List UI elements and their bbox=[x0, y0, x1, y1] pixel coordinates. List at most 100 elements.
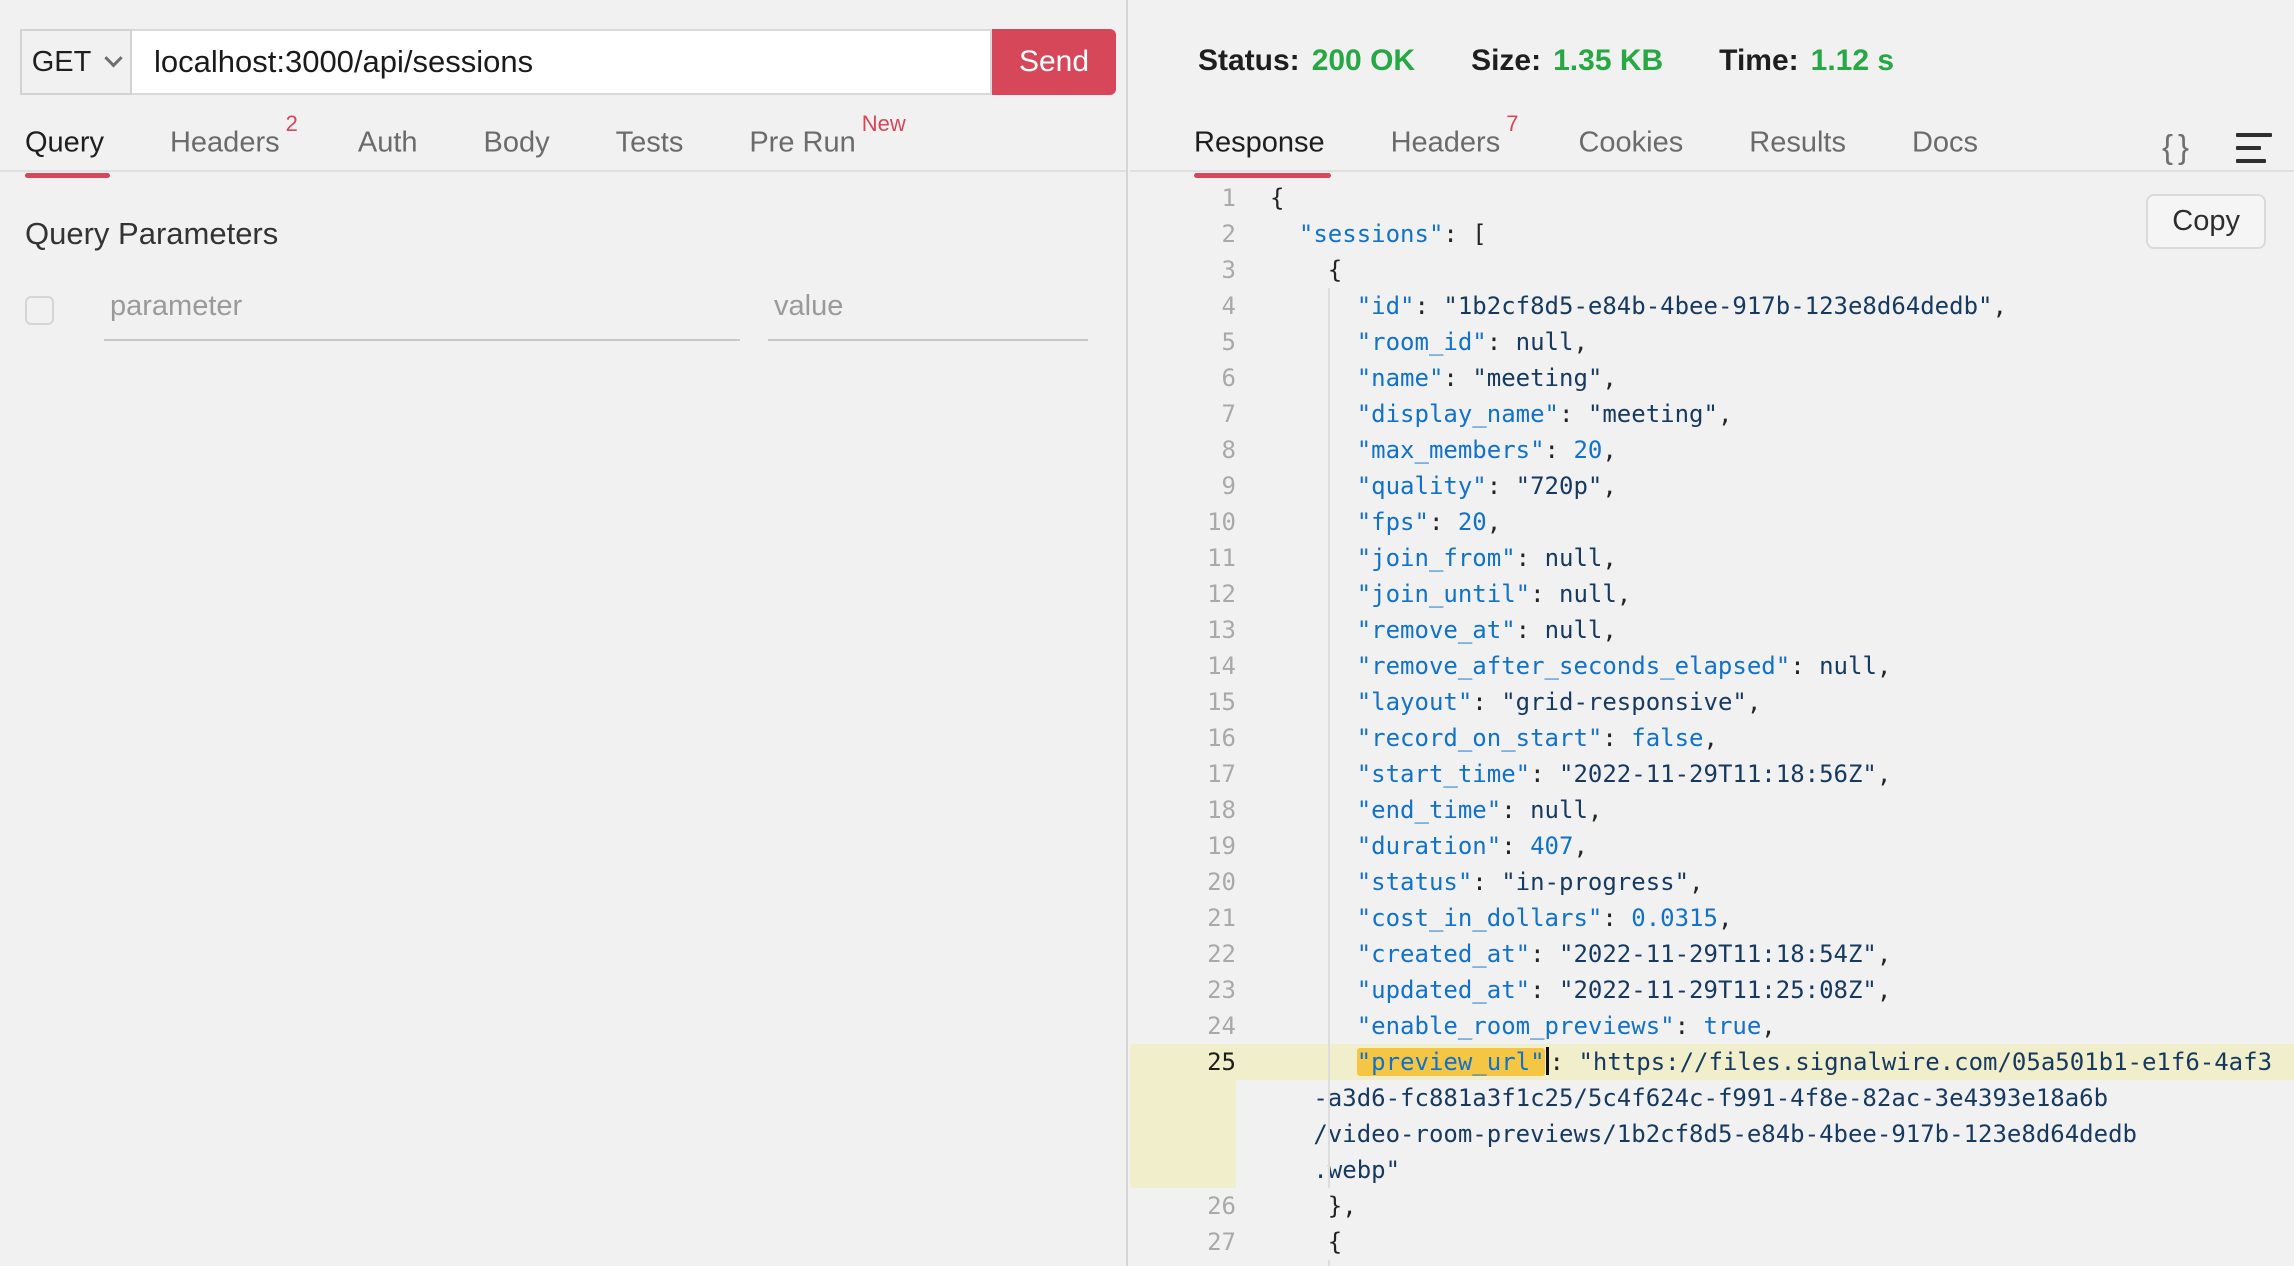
response-panel: Status:200 OK Size:1.35 KB Time:1.12 s R… bbox=[1130, 0, 2294, 1266]
line-content: "join_until": null, bbox=[1236, 576, 1631, 612]
chevron-down-icon bbox=[105, 49, 123, 67]
code-line: 7 "display_name": "meeting", bbox=[1130, 396, 2294, 432]
line-number: 7 bbox=[1130, 396, 1236, 432]
code-line: 19 "duration": 407, bbox=[1130, 828, 2294, 864]
menu-icon[interactable] bbox=[2236, 131, 2272, 163]
code-line: 23 "updated_at": "2022-11-29T11:25:08Z", bbox=[1130, 972, 2294, 1008]
line-content: { bbox=[1236, 180, 1284, 216]
line-number: 17 bbox=[1130, 756, 1236, 792]
line-content: .webp" bbox=[1236, 1152, 1400, 1188]
line-content: "max_members": 20, bbox=[1236, 432, 1617, 468]
line-content: { bbox=[1236, 252, 1342, 288]
parameter-input[interactable] bbox=[104, 290, 740, 341]
line-content: "join_from": null, bbox=[1236, 540, 1617, 576]
code-line: 2 "sessions": [ bbox=[1130, 216, 2294, 252]
url-bar: GET Send bbox=[20, 29, 1116, 95]
line-number: 26 bbox=[1130, 1188, 1236, 1224]
line-content: /video-room-previews/1b2cf8d5-e84b-4bee-… bbox=[1236, 1116, 2137, 1152]
code-line: 26 }, bbox=[1130, 1188, 2294, 1224]
method-dropdown[interactable]: GET bbox=[20, 29, 132, 95]
line-content: -a3d6-fc881a3f1c25/5c4f624c-f991-4f8e-82… bbox=[1236, 1080, 2108, 1116]
line-number: 5 bbox=[1130, 324, 1236, 360]
line-number: 12 bbox=[1130, 576, 1236, 612]
url-input[interactable] bbox=[132, 29, 992, 95]
code-line: 21 "cost_in_dollars": 0.0315, bbox=[1130, 900, 2294, 936]
response-status-bar: Status:200 OK Size:1.35 KB Time:1.12 s bbox=[1198, 44, 1950, 78]
line-content: "duration": 407, bbox=[1236, 828, 1588, 864]
line-content: { bbox=[1236, 1224, 1342, 1260]
copy-button[interactable]: Copy bbox=[2146, 194, 2266, 249]
line-number: 2 bbox=[1130, 216, 1236, 252]
line-number: 1 bbox=[1130, 180, 1236, 216]
code-line: 10 "fps": 20, bbox=[1130, 504, 2294, 540]
line-number bbox=[1130, 1116, 1236, 1152]
code-line: 9 "quality": "720p", bbox=[1130, 468, 2294, 504]
code-line: 24 "enable_room_previews": true, bbox=[1130, 1008, 2294, 1044]
indent-guide bbox=[1328, 288, 1330, 1188]
code-lines: 1{2 "sessions": [3 {4 "id": "1b2cf8d5-e8… bbox=[1130, 172, 2294, 1266]
line-content: "end_time": null, bbox=[1236, 792, 1602, 828]
line-content: "sessions": [ bbox=[1236, 216, 1487, 252]
line-number: 20 bbox=[1130, 864, 1236, 900]
line-number: 11 bbox=[1130, 540, 1236, 576]
tab-badge: New bbox=[862, 111, 906, 136]
line-number: 10 bbox=[1130, 504, 1236, 540]
line-content: "enable_room_previews": true, bbox=[1236, 1008, 1776, 1044]
line-content: "fps": 20, bbox=[1236, 504, 1501, 540]
code-line: 20 "status": "in-progress", bbox=[1130, 864, 2294, 900]
tab-badge: 2 bbox=[286, 111, 298, 136]
line-number: 15 bbox=[1130, 684, 1236, 720]
line-number: 19 bbox=[1130, 828, 1236, 864]
code-line: 12 "join_until": null, bbox=[1130, 576, 2294, 612]
request-panel: GET Send Query Headers2 Auth Body Tests … bbox=[0, 0, 1128, 1266]
line-number: 21 bbox=[1130, 900, 1236, 936]
code-line: 25 "preview_url": "https://files.signalw… bbox=[1130, 1044, 2294, 1080]
code-line: 18 "end_time": null, bbox=[1130, 792, 2294, 828]
format-json-icon[interactable]: {} bbox=[2162, 128, 2194, 166]
line-content: }, bbox=[1236, 1188, 1357, 1224]
code-line: 16 "record_on_start": false, bbox=[1130, 720, 2294, 756]
response-toolbar: {} bbox=[2162, 128, 2272, 166]
line-number: 4 bbox=[1130, 288, 1236, 324]
response-body-viewer: 1{2 "sessions": [3 {4 "id": "1b2cf8d5-e8… bbox=[1130, 172, 2294, 1266]
code-line: 22 "created_at": "2022-11-29T11:18:54Z", bbox=[1130, 936, 2294, 972]
line-number: 24 bbox=[1130, 1008, 1236, 1044]
code-line: 17 "start_time": "2022-11-29T11:18:56Z", bbox=[1130, 756, 2294, 792]
code-line: 14 "remove_after_seconds_elapsed": null, bbox=[1130, 648, 2294, 684]
line-number: 8 bbox=[1130, 432, 1236, 468]
code-line: 5 "room_id": null, bbox=[1130, 324, 2294, 360]
code-line: 11 "join_from": null, bbox=[1130, 540, 2294, 576]
code-line: /video-room-previews/1b2cf8d5-e84b-4bee-… bbox=[1130, 1116, 2294, 1152]
code-line: 6 "name": "meeting", bbox=[1130, 360, 2294, 396]
tab-badge: 7 bbox=[1506, 111, 1518, 136]
query-parameters-heading: Query Parameters bbox=[25, 216, 278, 252]
line-number: 25 bbox=[1130, 1044, 1236, 1080]
line-number: 9 bbox=[1130, 468, 1236, 504]
query-param-row bbox=[25, 290, 1088, 341]
text-cursor bbox=[1546, 1047, 1549, 1075]
line-content: "id": "451a23f1-0a70-40f5-a45a-7e13b5c4d… bbox=[1236, 1260, 2007, 1266]
code-line: 27 { bbox=[1130, 1224, 2294, 1260]
line-number: 22 bbox=[1130, 936, 1236, 972]
line-number: 14 bbox=[1130, 648, 1236, 684]
line-number bbox=[1130, 1080, 1236, 1116]
line-content: "updated_at": "2022-11-29T11:25:08Z", bbox=[1236, 972, 1891, 1008]
param-checkbox[interactable] bbox=[25, 296, 54, 325]
divider bbox=[0, 170, 1126, 172]
method-label: GET bbox=[32, 46, 92, 79]
line-content: "id": "1b2cf8d5-e84b-4bee-917b-123e8d64d… bbox=[1236, 288, 2007, 324]
line-content: "display_name": "meeting", bbox=[1236, 396, 1732, 432]
response-size: Size:1.35 KB bbox=[1471, 44, 1663, 78]
send-button[interactable]: Send bbox=[992, 29, 1116, 95]
line-number: 27 bbox=[1130, 1224, 1236, 1260]
line-content: "cost_in_dollars": 0.0315, bbox=[1236, 900, 1732, 936]
code-line: .webp" bbox=[1130, 1152, 2294, 1188]
line-content: "layout": "grid-responsive", bbox=[1236, 684, 1761, 720]
indent-guide bbox=[1328, 1260, 1330, 1266]
line-number: 28 bbox=[1130, 1260, 1236, 1266]
code-line: 8 "max_members": 20, bbox=[1130, 432, 2294, 468]
code-line: 28 "id": "451a23f1-0a70-40f5-a45a-7e13b5… bbox=[1130, 1260, 2294, 1266]
line-number: 3 bbox=[1130, 252, 1236, 288]
line-content: "start_time": "2022-11-29T11:18:56Z", bbox=[1236, 756, 1891, 792]
value-input[interactable] bbox=[768, 290, 1088, 341]
